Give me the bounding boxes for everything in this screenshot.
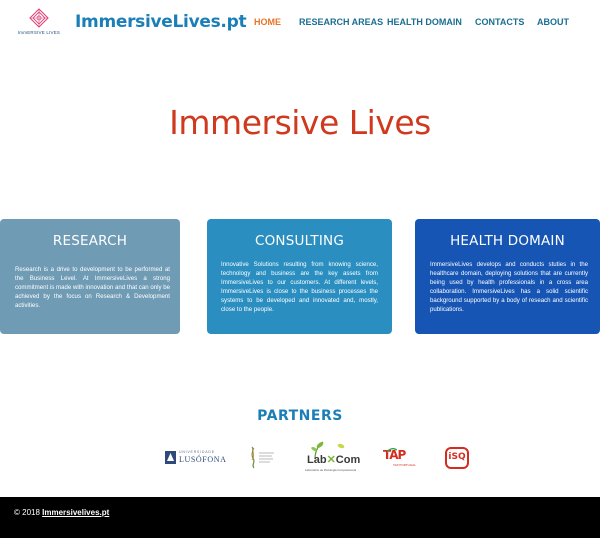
partner-isq-logo[interactable]: iSQ [445, 447, 469, 469]
consulting-card-text: Innovative Solutions resulting from know… [221, 261, 378, 313]
footer-site-link[interactable]: Immersivelives.pt [42, 508, 109, 517]
lusofona-top-text: UNIVERSIDADE [179, 450, 215, 454]
isq-name: iSQ [448, 452, 466, 462]
partner-emblem-icon [251, 446, 274, 469]
nav-health-domain[interactable]: HEALTH DOMAIN [387, 17, 462, 27]
tap-swoosh-icon [387, 448, 397, 453]
lusofona-emblem-icon [165, 451, 176, 464]
copyright-text: © 2018 [14, 508, 40, 517]
partners-title: PARTNERS [257, 408, 343, 424]
page: ImmERSIVE LIVES ImmersiveLives.pt HOME R… [0, 0, 600, 538]
partner-tap-logo[interactable]: TAP TAP PORTUGAL [383, 448, 421, 470]
footer-copyright: © 2018 Immersivelives.pt [14, 508, 109, 517]
labcom-name-part1: Lab [307, 454, 327, 466]
nav-home[interactable]: HOME [254, 17, 281, 27]
logo-caption: ImmERSIVE LIVES [17, 30, 61, 35]
site-logo[interactable]: ImmERSIVE LIVES [17, 8, 61, 38]
logo-mark-icon [29, 8, 49, 28]
hero-title: Immersive Lives [169, 103, 431, 142]
nav-research-areas[interactable]: RESEARCH AREAS [299, 17, 383, 27]
lusofona-name: LUSÓFONA [179, 455, 227, 464]
site-footer: © 2018 Immersivelives.pt [0, 497, 600, 538]
nav-contacts[interactable]: CONTACTS [475, 17, 524, 27]
research-card[interactable]: RESEARCH Research is a drive to developm… [0, 219, 180, 334]
research-card-text: Research is a drive to development to be… [15, 266, 170, 309]
labcom-name: Lab✕Com [307, 453, 360, 466]
consulting-card-title: CONSULTING [254, 233, 345, 249]
labcom-name-part2: Com [335, 454, 361, 466]
partner-labcom-logo[interactable]: Lab✕Com Laboratório de Psicologia Comput… [305, 440, 360, 474]
tap-caption: TAP PORTUGAL [393, 463, 416, 467]
partner-emblem-logo[interactable] [246, 444, 276, 470]
health-domain-card-text: ImmersiveLives develops and conducts stu… [430, 261, 588, 313]
consulting-card[interactable]: CONSULTING Innovative Solutions resultin… [207, 219, 392, 334]
labcom-caption: Laboratório de Psicologia Computacional [305, 468, 356, 472]
nav-about[interactable]: ABOUT [537, 17, 569, 27]
labcom-x-mark: ✕ [326, 454, 336, 466]
research-card-title: RESEARCH [52, 233, 128, 249]
partner-lusofona-logo[interactable]: UNIVERSIDADE LUSÓFONA [165, 448, 227, 466]
site-header: ImmERSIVE LIVES ImmersiveLives.pt HOME R… [0, 0, 600, 46]
health-domain-card[interactable]: HEALTH DOMAIN ImmersiveLives develops an… [415, 219, 600, 334]
health-domain-card-title: HEALTH DOMAIN [450, 233, 565, 249]
site-title[interactable]: ImmersiveLives.pt [75, 12, 247, 32]
